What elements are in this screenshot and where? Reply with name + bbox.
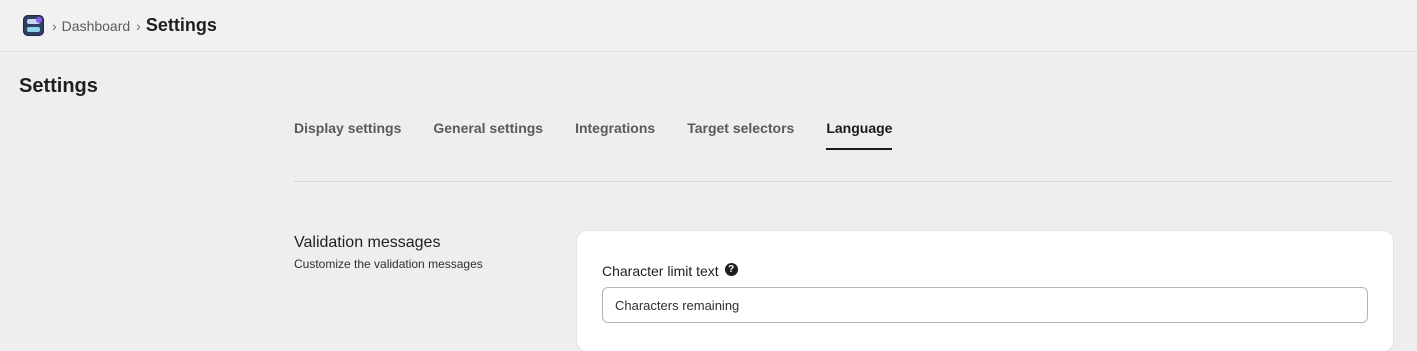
tab-integrations[interactable]: Integrations bbox=[575, 112, 655, 150]
breadcrumb-separator: › bbox=[52, 17, 57, 34]
breadcrumb-current: Settings bbox=[145, 15, 217, 35]
tab-display-settings[interactable]: Display settings bbox=[294, 112, 401, 150]
section-subtitle: Customize the validation messages bbox=[294, 257, 483, 271]
help-icon[interactable]: ? bbox=[724, 262, 738, 276]
settings-tabs: Display settings General settings Integr… bbox=[294, 112, 924, 150]
character-limit-input[interactable] bbox=[602, 287, 1368, 323]
breadcrumb-dashboard-link[interactable]: Dashboard bbox=[62, 18, 131, 34]
validation-messages-card: Character limit text ? bbox=[577, 231, 1393, 351]
tabs-divider bbox=[294, 181, 1393, 182]
tab-general-settings[interactable]: General settings bbox=[433, 112, 543, 150]
character-limit-label-row: Character limit text ? bbox=[602, 262, 738, 279]
tab-language[interactable]: Language bbox=[826, 112, 893, 150]
breadcrumb-separator: › bbox=[136, 17, 141, 34]
tab-target-selectors[interactable]: Target selectors bbox=[687, 112, 794, 150]
page-title: Settings bbox=[19, 75, 98, 97]
section-title: Validation messages bbox=[294, 234, 441, 251]
character-limit-label: Character limit text bbox=[602, 263, 719, 279]
app-logo-icon[interactable] bbox=[23, 15, 44, 36]
top-bar: › Dashboard › Settings bbox=[0, 0, 1417, 52]
